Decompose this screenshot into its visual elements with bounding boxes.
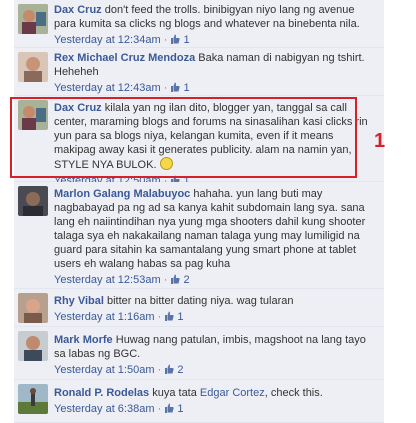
comment-author[interactable]: Ronald P. Rodelas [54, 387, 149, 399]
comment-text: kuya tata [152, 387, 197, 399]
avatar[interactable] [18, 186, 48, 216]
separator: · [157, 403, 162, 415]
avatar-image [18, 384, 48, 414]
separator: · [157, 311, 162, 323]
thumbs-up-icon[interactable] [164, 364, 174, 374]
comment-author[interactable]: Rhy Vibal [54, 295, 104, 307]
comment-body: Rex Michael Cruz Mendoza Baka naman di n… [54, 51, 378, 95]
comment-meta: Yesterday at 12:43am · 1 [54, 81, 378, 95]
comment-timestamp[interactable]: Yesterday at 12:53am [54, 274, 161, 286]
avatar-image [18, 52, 48, 82]
comment-item: Dax Cruz don't feed the trolls. binibigy… [14, 0, 384, 48]
like-count[interactable]: 1 [183, 82, 189, 94]
comment-text: bitter na bitter dating niya. wag tulara… [107, 295, 294, 307]
comment-author[interactable]: Mark Morfe [54, 334, 113, 346]
comment-body: Dax Cruz don't feed the trolls. binibigy… [54, 3, 378, 47]
comment-meta: Yesterday at 6:38am · 1 [54, 402, 378, 416]
annotation-number: 1 [374, 130, 386, 152]
avatar[interactable] [18, 293, 48, 323]
comment-meta: Yesterday at 12:34am · 1 [54, 33, 378, 47]
thumbs-up-icon[interactable] [170, 34, 181, 44]
comment-body: Mark Morfe Huwag nang patulan, imbis, ma… [54, 333, 378, 377]
like-count[interactable]: 1 [177, 403, 183, 415]
avatar-image [18, 186, 48, 216]
highlight-box [10, 97, 357, 178]
avatar[interactable] [18, 384, 48, 414]
comment-text-after: , check this. [264, 387, 323, 399]
avatar[interactable] [18, 4, 48, 34]
thumbs-up-icon[interactable] [170, 274, 181, 284]
comment-timestamp[interactable]: Yesterday at 12:34am [54, 34, 161, 46]
thumbs-up-icon[interactable] [164, 311, 174, 321]
separator: · [163, 82, 168, 94]
comment-timestamp[interactable]: Yesterday at 6:38am [54, 403, 155, 415]
avatar-image [18, 293, 48, 323]
like-count[interactable]: 1 [183, 34, 189, 46]
comment-timestamp[interactable]: Yesterday at 1:50am [54, 364, 155, 376]
comment-meta: Yesterday at 1:50am · 2 [54, 363, 378, 377]
comment-author[interactable]: Dax Cruz [54, 4, 102, 16]
comment-item: Rex Michael Cruz Mendoza Baka naman di n… [14, 48, 384, 96]
comment-feed: Dax Cruz don't feed the trolls. binibigy… [0, 0, 416, 423]
mentioned-user-link[interactable]: Edgar Cortez [200, 387, 265, 399]
separator: · [157, 364, 162, 376]
like-count[interactable]: 2 [183, 274, 189, 286]
comment-timestamp[interactable]: Yesterday at 12:43am [54, 82, 161, 94]
comment-item: Marlon Galang Malabuyoc hahaha. yun lang… [14, 182, 384, 289]
avatar[interactable] [18, 331, 48, 361]
comment-body: Rhy Vibal bitter na bitter dating niya. … [54, 294, 378, 324]
avatar-image [18, 331, 48, 361]
separator: · [163, 34, 168, 46]
comment-text: hahaha. yun lang buti may nagbabayad pa … [54, 188, 366, 270]
comment-timestamp[interactable]: Yesterday at 1:16am [54, 311, 155, 323]
comment-body: Marlon Galang Malabuyoc hahaha. yun lang… [54, 187, 378, 287]
comment-meta: Yesterday at 1:16am · 1 [54, 310, 378, 324]
comment-author[interactable]: Rex Michael Cruz Mendoza [54, 52, 195, 64]
like-count[interactable]: 1 [177, 311, 183, 323]
thumbs-up-icon[interactable] [164, 403, 174, 413]
thumbs-up-icon[interactable] [170, 82, 181, 92]
comment-meta: Yesterday at 12:53am · 2 [54, 273, 378, 287]
like-count[interactable]: 2 [177, 364, 183, 376]
separator: · [163, 274, 168, 286]
comment-author[interactable]: Marlon Galang Malabuyoc [54, 188, 190, 200]
avatar-image [18, 4, 48, 34]
comment-item: Ronald P. Rodelas kuya tata Edgar Cortez… [14, 380, 384, 423]
avatar[interactable] [18, 52, 48, 82]
comment-item: Rhy Vibal bitter na bitter dating niya. … [14, 289, 384, 327]
comment-item: Mark Morfe Huwag nang patulan, imbis, ma… [14, 327, 384, 380]
comment-body: Ronald P. Rodelas kuya tata Edgar Cortez… [54, 386, 378, 416]
